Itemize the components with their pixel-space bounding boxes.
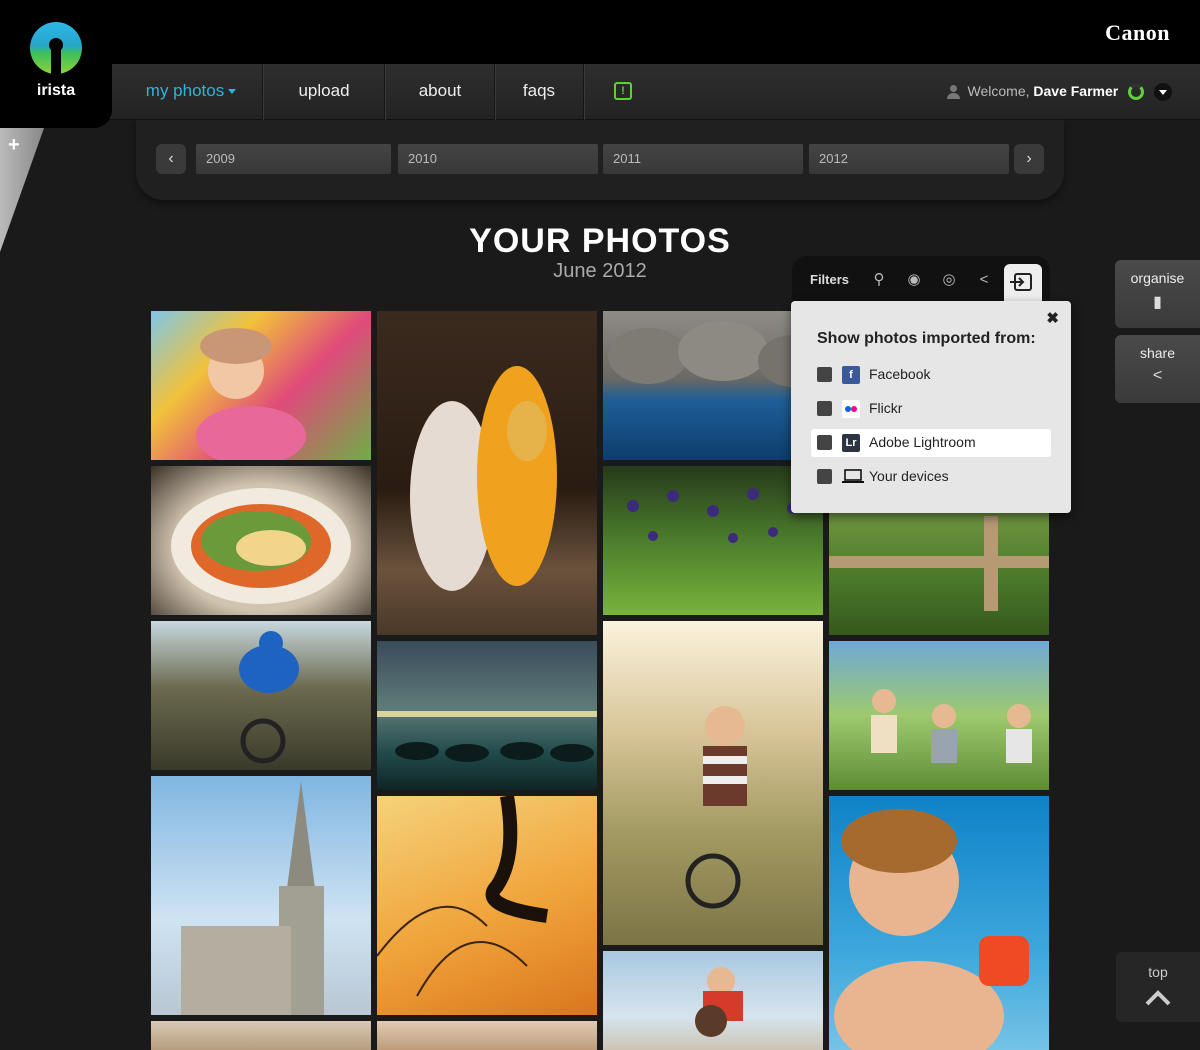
back-to-top-button[interactable]: top [1116, 952, 1200, 1022]
welcome-text: Welcome, [967, 83, 1030, 99]
chevron-up-icon [1145, 990, 1171, 1006]
lens-icon[interactable]: ◎ [938, 269, 960, 291]
top-label: top [1148, 964, 1168, 980]
close-icon[interactable]: ✖ [1046, 309, 1059, 327]
photo-partial-1[interactable] [151, 1021, 371, 1050]
user-name: Dave Farmer [1033, 83, 1119, 99]
import-source-popup: ✖ Show photos imported from: f Facebook … [791, 301, 1071, 513]
camera-icon[interactable]: ◉ [903, 269, 925, 291]
chevron-down-icon [228, 89, 237, 95]
storage-progress-icon [1128, 84, 1145, 101]
option-label: Flickr [869, 400, 903, 416]
flickr-icon [842, 400, 860, 418]
option-label: Your devices [869, 468, 949, 484]
photo-fountain-sunset[interactable] [377, 796, 597, 1015]
share-icon: < [1152, 367, 1163, 384]
photo-boy-bike[interactable] [603, 621, 823, 945]
user-icon [946, 85, 960, 100]
option-lightroom[interactable]: Lr Adobe Lightroom [811, 429, 1051, 457]
popup-title: Show photos imported from: [817, 330, 1036, 347]
photo-salad[interactable] [151, 466, 371, 615]
photo-family-beach[interactable] [603, 951, 823, 1050]
share-label: share [1139, 345, 1176, 361]
notification-icon[interactable]: ! [614, 82, 632, 100]
nav-my-photos-label: my photos [145, 81, 225, 100]
nav-about[interactable]: about [386, 64, 494, 120]
option-label: Facebook [869, 366, 931, 382]
main-nav: my photos upload about faqs ! Welcome, D… [96, 64, 1200, 120]
option-facebook[interactable]: f Facebook [811, 361, 1051, 389]
year-timeline: ‹ 2009 2010 2011 2012 › [136, 120, 1064, 200]
filters-label: Filters [810, 272, 850, 287]
app-name: irista [36, 82, 76, 99]
option-devices[interactable]: Your devices [811, 463, 1051, 491]
year-2010[interactable]: 2010 [398, 144, 598, 174]
photo-mountain-biker[interactable] [151, 621, 371, 770]
share-button[interactable]: share < [1115, 335, 1200, 403]
nav-upload[interactable]: upload [264, 64, 384, 120]
chevron-left-icon[interactable]: ‹ [156, 144, 186, 174]
organise-icon: ▮ [1153, 294, 1162, 311]
nav-my-photos[interactable]: my photos [126, 64, 256, 120]
checkbox[interactable] [817, 469, 832, 484]
photo-rocks-sea[interactable] [603, 311, 823, 460]
canon-logo: Canon [1105, 20, 1170, 45]
irista-logo-mark [30, 22, 82, 74]
option-label: Adobe Lightroom [869, 434, 976, 450]
share-icon[interactable]: < [973, 269, 995, 291]
photo-lavender[interactable] [603, 466, 823, 615]
irista-logo[interactable]: irista [0, 0, 112, 128]
checkbox[interactable] [817, 367, 832, 382]
laptop-icon [842, 468, 864, 486]
facebook-icon: f [842, 366, 860, 384]
photo-family-cycling[interactable] [829, 641, 1049, 790]
checkbox-checked[interactable] [817, 435, 832, 450]
photo-dancers[interactable] [377, 311, 597, 635]
year-2009[interactable]: 2009 [196, 144, 391, 174]
tag-icon[interactable]: ⚲ [868, 269, 890, 291]
import-icon[interactable] [1004, 264, 1042, 302]
option-flickr[interactable]: Flickr [811, 395, 1051, 423]
checkbox[interactable] [817, 401, 832, 416]
nav-faqs[interactable]: faqs [496, 64, 582, 120]
add-icon[interactable]: + [8, 134, 20, 157]
year-2011[interactable]: 2011 [603, 144, 803, 174]
photo-child-hat[interactable] [151, 311, 371, 460]
organise-label: organise [1130, 270, 1185, 286]
year-2012[interactable]: 2012 [809, 144, 1009, 174]
photo-child-water[interactable] [829, 796, 1049, 1050]
photo-partial-2[interactable] [377, 1021, 597, 1050]
organise-button[interactable]: organise ▮ [1115, 260, 1200, 328]
photo-cathedral[interactable] [151, 776, 371, 1015]
lightroom-icon: Lr [842, 434, 860, 452]
filters-toolbar: Filters ⚲ ◉ ◎ < [792, 256, 1050, 302]
user-menu[interactable]: Welcome, Dave Farmer [946, 64, 1172, 120]
user-dropdown-icon[interactable] [1154, 83, 1172, 102]
top-bar [0, 0, 1200, 64]
chevron-right-icon[interactable]: › [1014, 144, 1044, 174]
photo-gondolas[interactable] [377, 641, 597, 790]
